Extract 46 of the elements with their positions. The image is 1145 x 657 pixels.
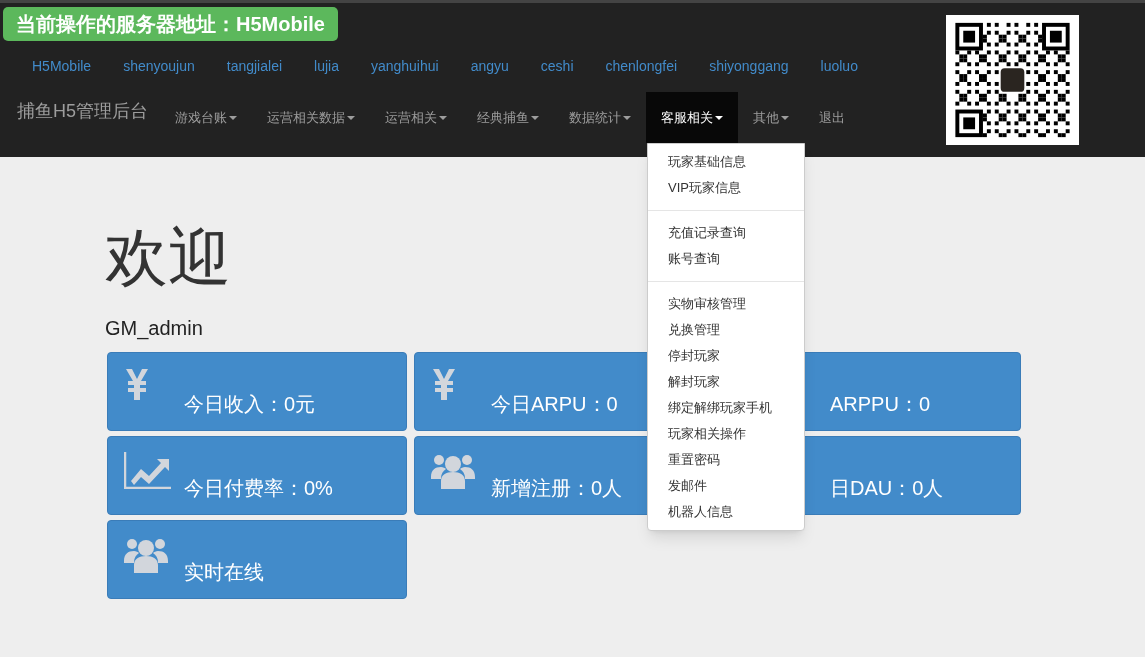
username-text: GM_admin: [105, 317, 203, 339]
dropdown-item[interactable]: VIP玩家信息: [648, 175, 804, 201]
dropdown-item[interactable]: 发邮件: [648, 473, 804, 499]
stat-label: ARPPU：0: [830, 392, 931, 417]
server-link[interactable]: chenlongfei: [605, 56, 678, 76]
nav-menu-item[interactable]: 运营相关数据: [252, 92, 370, 143]
nav-menu-item[interactable]: 经典捕鱼: [462, 92, 554, 143]
dropdown-item[interactable]: 停封玩家: [648, 343, 804, 369]
nav-menu-item[interactable]: 客服相关: [646, 92, 738, 143]
server-link[interactable]: shenyoujun: [123, 56, 195, 76]
stat-label: 今日ARPU：0: [491, 392, 618, 417]
server-link[interactable]: shiyonggang: [709, 56, 789, 76]
nav-menu-item[interactable]: 退出: [804, 92, 860, 143]
server-link[interactable]: angyu: [470, 56, 509, 76]
dropdown-item[interactable]: 实物审核管理: [648, 291, 804, 317]
server-link[interactable]: tangjialei: [226, 56, 283, 76]
dropdown-item[interactable]: 玩家相关操作: [648, 421, 804, 447]
dropdown-item[interactable]: 兑换管理: [648, 317, 804, 343]
nav-menu-item[interactable]: 其他: [738, 92, 804, 143]
brand-title[interactable]: 捕鱼H5管理后台: [0, 90, 160, 140]
server-link[interactable]: ceshi: [540, 56, 574, 76]
dropdown-item[interactable]: 账号查询: [648, 246, 804, 272]
server-badge: 当前操作的服务器地址：H5Mobile: [3, 7, 338, 41]
chart-icon: [124, 451, 172, 489]
server-link[interactable]: H5Mobile: [32, 56, 92, 76]
dropdown-item[interactable]: 绑定解绑玩家手机: [648, 395, 804, 421]
stat-label: 日DAU：0人: [830, 476, 944, 501]
nav-menu-item[interactable]: 游戏台账: [160, 92, 252, 143]
stat-label: 今日付费率：0%: [184, 476, 333, 501]
stat-label: 新增注册：0人: [491, 476, 623, 501]
stat-label: 今日收入：0元: [184, 392, 316, 417]
yen-icon: [431, 367, 457, 401]
dropdown-item[interactable]: 充值记录查询: [648, 220, 804, 246]
server-link[interactable]: yanghuihui: [370, 56, 439, 76]
welcome-heading: 欢迎: [105, 221, 231, 294]
server-link[interactable]: luoluo: [820, 56, 858, 76]
dropdown-item[interactable]: 机器人信息: [648, 499, 804, 525]
dropdown-item[interactable]: 重置密码: [648, 447, 804, 473]
stat-label: 实时在线: [184, 560, 264, 585]
server-link[interactable]: lujia: [314, 56, 339, 76]
yen-icon: [124, 367, 150, 401]
nav-menu-item[interactable]: 运营相关: [370, 92, 462, 143]
nav-menu-item[interactable]: 数据统计: [554, 92, 646, 143]
dropdown-item[interactable]: 玩家基础信息: [648, 149, 804, 175]
qr-code-icon: [946, 15, 1079, 145]
dropdown-item[interactable]: 解封玩家: [648, 369, 804, 395]
